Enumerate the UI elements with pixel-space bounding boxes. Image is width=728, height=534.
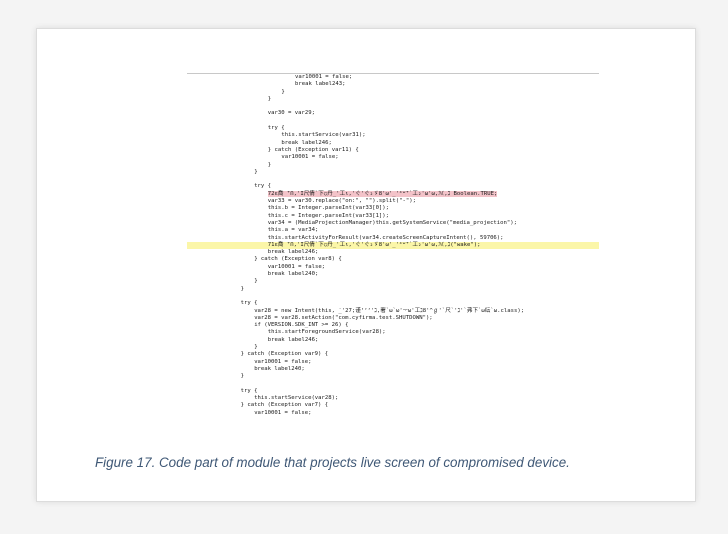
code-line: } [254,343,258,350]
code-line: var33 = var30.replace("on:", "").split("… [267,198,416,205]
code-line: this.b = Integer.parseInt(var33[0]); [267,205,390,212]
figure-card: var10001 = false; break label243;}} var30 … [36,28,696,502]
code-line: var30 = var29; [267,110,315,117]
code-line: } [240,285,244,292]
code-line: this.startForegroundService(var28); [267,329,386,336]
figure-caption: Figure 17. Code part of module that proj… [95,455,570,470]
code-line: try { [240,387,258,394]
code-line: try { [267,125,285,132]
code-line: try { [240,300,258,307]
code-line: var28 = new Intent(this, ̇_'27;谨ʻʻʻ'ℷ,署`… [254,307,525,314]
code-line: break label240; [267,271,319,278]
code-line: this.c = Integer.parseInt(var33[1]); [267,212,390,219]
code-line: break label243; [295,81,346,88]
code-line: var28 = var28.setAction("com.cyfirma.tes… [254,314,433,321]
code-line: } [254,278,258,285]
code-line: break label246; [267,249,319,256]
code-line: var10001 = false; [295,74,353,80]
code-line: break label246; [267,336,319,343]
code-line: } [267,95,272,102]
code-line: this.startService(var31); [281,132,366,139]
code-screenshot: var10001 = false; break label243;}} var30 … [187,73,599,437]
code-line: } catch (Exception var11) { [267,146,359,153]
code-line: try { [254,183,272,190]
code-line: var10001 = false; [254,409,312,416]
code-line: this.a = var34; [267,227,319,234]
code-line: } catch (Exception var7) { [240,402,329,409]
code-line: } [240,373,244,380]
code-line: this.startActivityForResult(var34.create… [267,234,504,241]
code-line: var10001 = false; [267,263,326,270]
code-line: 72ε喬 ̈'Ո,'I尺倩`下○丹_'工ι,'ぐ'ぐ₂ゞ8'ω'_'⁴ʷ̈'`工… [267,190,498,197]
code-line: var10001 = false; [281,154,339,161]
code-line: } catch (Exception var9) { [240,351,329,358]
code-line: break label246; [281,139,332,146]
code-line: var34 = (MediaProjectionManager)this.get… [267,219,518,226]
code-line: } catch (Exception var8) { [254,256,342,263]
code-line: var10001 = false; [254,358,312,365]
code-line: if (VERSION.SDK_INT >= 26) { [254,322,349,329]
code-line: } [267,161,272,168]
code-line: this.startService(var28); [254,395,339,402]
code-block: var10001 = false; break label243;}} var30 … [187,74,599,417]
code-line: } [281,88,285,95]
code-line: break label240; [254,365,305,372]
code-line: 71ε喬 ̈'Ո,'I尺倩`下○丹_'工ι,'ぐ'ぐ₂ゞ8'ω'_'⁴ʷ̈'`工… [187,241,599,250]
code-line: } [254,168,258,175]
